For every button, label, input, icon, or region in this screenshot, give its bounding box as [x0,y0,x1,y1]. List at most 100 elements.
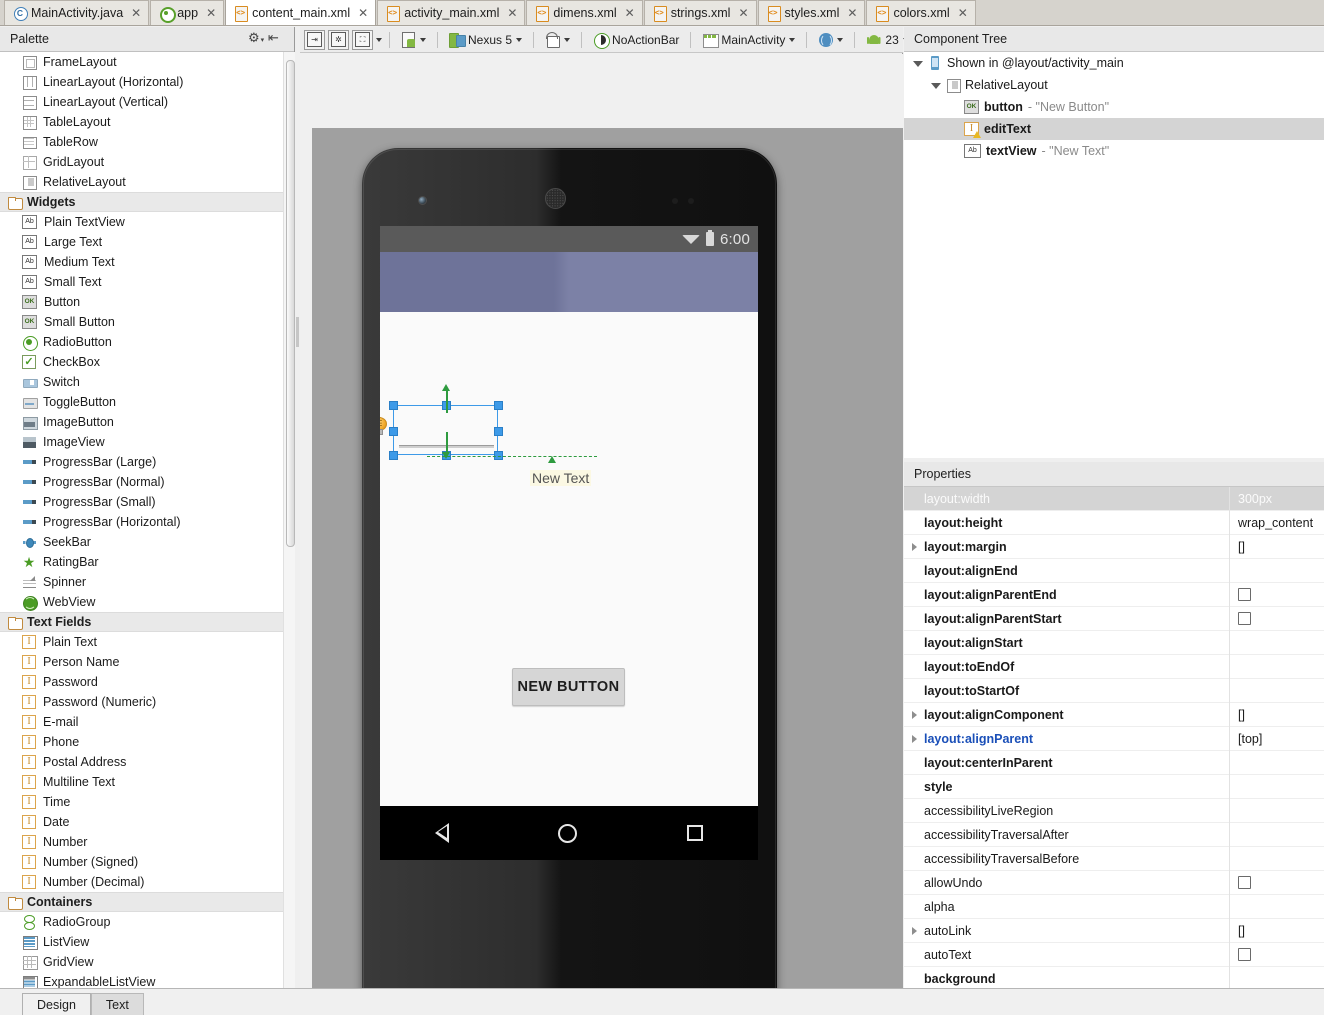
property-row-style[interactable]: style [904,774,1324,799]
palette-item-plain-text[interactable]: I Plain Text [0,632,283,652]
expand-fit-button[interactable]: ⛶ [352,29,373,50]
property-value[interactable] [1229,606,1324,631]
property-row-layout-alignstart[interactable]: layout:alignStart [904,630,1324,655]
palette-item-seekbar[interactable]: SeekBar [0,532,283,552]
bottom-tab-text[interactable]: Text [90,993,144,1015]
back-button-icon[interactable] [434,823,449,843]
palette-item-checkbox[interactable]: ✓ CheckBox [0,352,283,372]
palette-item-framelayout[interactable]: FrameLayout [0,52,283,72]
property-row-layout-alignparent[interactable]: layout:alignParent [top] [904,726,1324,751]
resize-handle-middle-left[interactable] [389,427,398,436]
resize-handle-top-right[interactable] [494,401,503,410]
palette-item-progressbar-normal-[interactable]: ProgressBar (Normal) [0,472,283,492]
palette-item-number-decimal-[interactable]: I Number (Decimal) [0,872,283,892]
recents-button-icon[interactable] [687,825,704,841]
resize-handle-middle-right[interactable] [494,427,503,436]
palette-item-number[interactable]: I Number [0,832,283,852]
property-checkbox[interactable] [1238,948,1251,961]
palette-item-imageview[interactable]: ImageView [0,432,283,452]
property-value[interactable]: [top] [1229,726,1324,751]
palette-item-time[interactable]: I Time [0,792,283,812]
property-value[interactable]: wrap_content [1229,510,1324,535]
tree-node-edittext[interactable]: IeditText [904,118,1324,140]
palette-item-gridview[interactable]: GridView [0,952,283,972]
palette-item-progressbar-large-[interactable]: ProgressBar (Large) [0,452,283,472]
layout-content-area[interactable]: New Text NEW BUTTON ☵ [380,312,758,806]
home-button-icon[interactable] [558,823,578,843]
property-checkbox[interactable] [1238,612,1251,625]
property-value[interactable] [1229,846,1324,871]
palette-item-postal-address[interactable]: I Postal Address [0,752,283,772]
editor-tab-app[interactable]: app ✕ [150,0,225,25]
palette-item-relativelayout[interactable]: RelativeLayout [0,172,283,192]
expand-collapse-icon[interactable] [930,80,941,91]
property-row-accessibilityliveregion[interactable]: accessibilityLiveRegion [904,798,1324,823]
activity-dropdown[interactable]: MainActivity [698,30,799,50]
expand-property-icon[interactable] [904,926,924,935]
expand-property-icon[interactable] [904,734,924,743]
palette-item-spinner[interactable]: Spinner [0,572,283,592]
property-row-accessibilitytraversalafter[interactable]: accessibilityTraversalAfter [904,822,1324,847]
palette-item-expandablelistview[interactable]: ExpandableListView [0,972,283,988]
property-value[interactable] [1229,966,1324,988]
component-tree-body[interactable]: Shown in @layout/activity_main RelativeLa… [904,52,1324,458]
palette-item-gridlayout[interactable]: GridLayout [0,152,283,172]
property-row-layout-toendof[interactable]: layout:toEndOf [904,654,1324,679]
property-row-alpha[interactable]: alpha [904,894,1324,919]
palette-item-webview[interactable]: WebView [0,592,283,612]
property-value[interactable] [1229,678,1324,703]
add-constraints-button[interactable]: ⇥ [304,29,325,50]
palette-settings-button[interactable]: ⚙▾ [248,30,268,48]
palette-item-radiobutton[interactable]: RadioButton [0,332,283,352]
property-row-layout-aligncomponent[interactable]: layout:alignComponent [] [904,702,1324,727]
property-value[interactable] [1229,558,1324,583]
bottom-tab-design[interactable]: Design [22,993,91,1015]
property-row-layout-width[interactable]: layout:width 300px [904,487,1324,511]
palette-item-password[interactable]: I Password [0,672,283,692]
property-row-allowundo[interactable]: allowUndo [904,870,1324,895]
property-value[interactable]: 300px [1229,487,1324,511]
palette-item-togglebutton[interactable]: ToggleButton [0,392,283,412]
button-preview[interactable]: NEW BUTTON [512,668,625,706]
editor-tab-styles-xml[interactable]: styles.xml ✕ [757,0,866,25]
property-value[interactable] [1229,870,1324,895]
property-value[interactable] [1229,654,1324,679]
close-icon[interactable]: ✕ [958,7,968,19]
palette-item-tablelayout[interactable]: TableLayout [0,112,283,132]
resize-handle-top-left[interactable] [389,401,398,410]
property-row-layout-alignend[interactable]: layout:alignEnd [904,558,1324,583]
palette-item-password-numeric-[interactable]: I Password (Numeric) [0,692,283,712]
property-value[interactable] [1229,582,1324,607]
property-row-layout-alignparentstart[interactable]: layout:alignParentStart [904,606,1324,631]
close-icon[interactable]: ✕ [206,7,216,19]
property-value[interactable] [1229,894,1324,919]
editor-tab-dimens-xml[interactable]: dimens.xml ✕ [526,0,643,25]
device-screen[interactable]: 6:00 New Text NEW BUTTON [380,226,758,806]
palette-item-progressbar-horizontal-[interactable]: ProgressBar (Horizontal) [0,512,283,532]
close-icon[interactable]: ✕ [358,7,368,19]
editor-tab-mainactivity-java[interactable]: MainActivity.java ✕ [4,0,150,25]
property-value[interactable] [1229,774,1324,799]
locale-dropdown[interactable] [814,30,847,50]
layout-variation-dropdown[interactable] [397,30,430,50]
property-row-autolink[interactable]: autoLink [] [904,918,1324,943]
editor-tab-colors-xml[interactable]: colors.xml ✕ [866,0,976,25]
palette-item-radiogroup[interactable]: RadioGroup [0,912,283,932]
expand-property-icon[interactable] [904,542,924,551]
palette-item-small-button[interactable]: OK Small Button [0,312,283,332]
palette-item-listview[interactable]: ListView [0,932,283,952]
palette-item-linearlayout-horizontal-[interactable]: LinearLayout (Horizontal) [0,72,283,92]
property-row-layout-alignparentend[interactable]: layout:alignParentEnd [904,582,1324,607]
palette-item-person-name[interactable]: I Person Name [0,652,283,672]
palette-item-large-text[interactable]: Ab Large Text [0,232,283,252]
property-row-layout-height[interactable]: layout:height wrap_content [904,510,1324,535]
palette-item-e-mail[interactable]: I E-mail [0,712,283,732]
close-icon[interactable]: ✕ [131,7,141,19]
close-icon[interactable]: ✕ [847,7,857,19]
property-value[interactable] [1229,630,1324,655]
palette-item-medium-text[interactable]: Ab Medium Text [0,252,283,272]
property-value[interactable]: [] [1229,918,1324,943]
palette-item-progressbar-small-[interactable]: ProgressBar (Small) [0,492,283,512]
palette-item-small-text[interactable]: Ab Small Text [0,272,283,292]
property-row-layout-margin[interactable]: layout:margin [] [904,534,1324,559]
